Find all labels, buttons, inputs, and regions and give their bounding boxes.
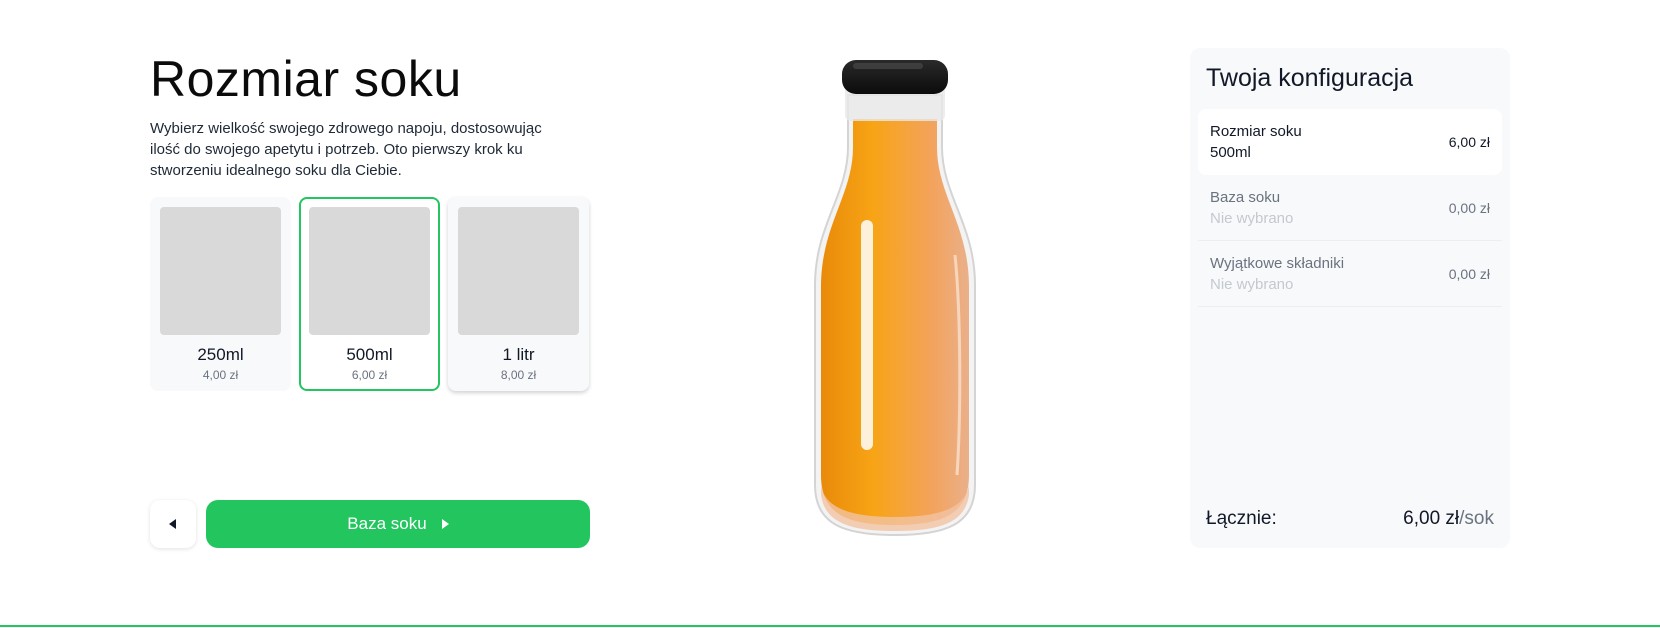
size-option-500ml[interactable]: 500ml 6,00 zł xyxy=(299,197,440,391)
size-option-label: 1 litr xyxy=(502,345,535,364)
summary-row-label: Baza soku xyxy=(1210,188,1281,206)
size-step: Rozmiar soku Wybierz wielkość swojego zd… xyxy=(150,48,590,391)
summary-row-value: Nie wybrano xyxy=(1210,209,1294,227)
summary-row-value: 500ml xyxy=(1210,144,1251,161)
summary-row-value: Nie wybrano xyxy=(1210,275,1294,293)
total-unit: /sok xyxy=(1459,508,1494,529)
summary-row-label: Wyjątkowe składniki xyxy=(1210,254,1345,272)
summary-row-size[interactable]: Rozmiar soku 500ml 6,00 zł xyxy=(1198,109,1502,175)
summary-row-label: Rozmiar soku xyxy=(1210,123,1302,140)
size-image-placeholder xyxy=(160,207,281,335)
next-step-button[interactable]: Baza soku xyxy=(206,500,590,548)
size-option-price: 6,00 zł xyxy=(351,368,388,382)
summary-total: Łącznie: 6,00 zł/sok xyxy=(1206,508,1494,530)
caret-left-icon xyxy=(169,519,176,529)
step-navigation: Baza soku xyxy=(150,500,590,548)
summary-row-base[interactable]: Baza soku Nie wybrano 0,00 zł xyxy=(1198,175,1502,241)
summary-row-price: 0,00 zł xyxy=(1448,199,1490,216)
configuration-summary: Twoja konfiguracja Rozmiar soku 500ml 6,… xyxy=(1190,48,1510,548)
size-option-1-litr[interactable]: 1 litr 8,00 zł xyxy=(448,197,589,391)
size-option-250ml[interactable]: 250ml 4,00 zł xyxy=(150,197,291,391)
size-options: 250ml 4,00 zł 500ml 6,00 zł 1 litr 8,00 … xyxy=(150,197,590,391)
size-option-label: 500ml xyxy=(346,345,393,364)
caret-right-icon xyxy=(441,519,449,529)
summary-rows: Rozmiar soku 500ml 6,00 zł Baza soku Nie… xyxy=(1198,109,1502,307)
bottom-divider xyxy=(0,625,1660,627)
size-option-price: 8,00 zł xyxy=(500,368,537,382)
size-option-price: 4,00 zł xyxy=(202,368,239,382)
summary-row-price: 6,00 zł xyxy=(1448,134,1490,150)
size-image-placeholder xyxy=(458,207,579,335)
juice-bottle-image xyxy=(814,60,976,537)
summary-row-ingredients[interactable]: Wyjątkowe składniki Nie wybrano 0,00 zł xyxy=(1198,241,1502,307)
total-amount: 6,00 zł xyxy=(1403,508,1460,529)
next-step-label: Baza soku xyxy=(347,514,427,533)
size-option-label: 250ml xyxy=(197,345,244,364)
step-description: Wybierz wielkość swojego zdrowego napoju… xyxy=(150,120,542,179)
summary-row-price: 0,00 zł xyxy=(1448,265,1490,282)
summary-title: Twoja konfiguracja xyxy=(1206,64,1414,92)
back-button[interactable] xyxy=(150,500,196,548)
page-title: Rozmiar soku xyxy=(150,51,462,107)
size-image-placeholder xyxy=(309,207,430,335)
total-label: Łącznie: xyxy=(1206,508,1277,529)
